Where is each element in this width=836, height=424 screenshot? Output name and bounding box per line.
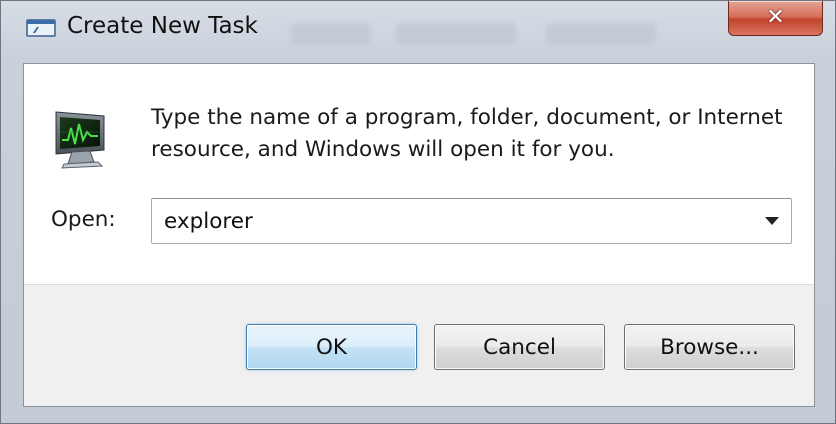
cancel-button[interactable]: Cancel (434, 324, 605, 370)
dialog-content: Type the name of a program, folder, docu… (24, 64, 814, 285)
title-bar[interactable]: Create New Task ✕ (1, 1, 836, 49)
close-icon: ✕ (766, 5, 785, 30)
task-manager-monitor-icon (55, 111, 105, 169)
open-input[interactable] (152, 199, 752, 243)
ok-button[interactable]: OK (246, 324, 417, 370)
create-new-task-window: Create New Task ✕ Type the name of a pro… (0, 0, 836, 424)
close-button[interactable]: ✕ (728, 1, 823, 36)
background-ghost (291, 23, 371, 45)
dialog-body: Type the name of a program, folder, docu… (23, 63, 815, 407)
background-ghost (546, 23, 656, 45)
browse-button[interactable]: Browse... (624, 324, 795, 370)
background-ghost (396, 23, 516, 45)
chevron-down-icon (765, 217, 779, 225)
instruction-text: Type the name of a program, folder, docu… (151, 105, 783, 162)
window-title: Create New Task (67, 13, 258, 39)
run-dialog-icon (26, 19, 56, 37)
open-label: Open: (51, 207, 116, 232)
open-combobox[interactable] (151, 198, 792, 244)
dropdown-button[interactable] (753, 199, 791, 243)
